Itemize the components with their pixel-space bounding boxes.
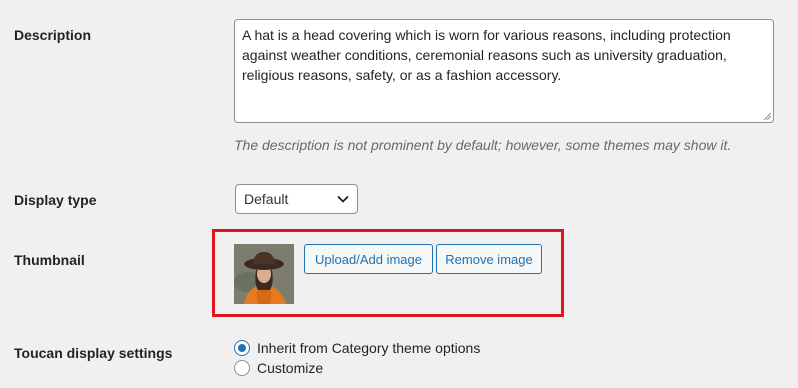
chevron-down-icon bbox=[337, 195, 349, 203]
radio-customize[interactable]: Customize bbox=[234, 360, 323, 376]
resize-grip-icon[interactable] bbox=[763, 112, 771, 120]
description-label: Description bbox=[14, 27, 92, 43]
radio-inherit[interactable]: Inherit from Category theme options bbox=[234, 340, 480, 356]
portrait-picture bbox=[234, 244, 294, 304]
radio-inherit-label: Inherit from Category theme options bbox=[257, 340, 481, 356]
thumbnail-label: Thumbnail bbox=[14, 252, 85, 268]
toucan-settings-label: Toucan display settings bbox=[14, 345, 173, 361]
description-text: A hat is a head covering which is worn f… bbox=[242, 27, 731, 83]
display-type-select[interactable]: Default bbox=[235, 184, 358, 214]
remove-image-button[interactable]: Remove image bbox=[436, 244, 542, 274]
description-hint: The description is not prominent by defa… bbox=[234, 137, 732, 153]
display-type-label: Display type bbox=[14, 192, 97, 208]
radio-customize-label: Customize bbox=[257, 360, 324, 376]
radio-inherit-control[interactable] bbox=[234, 340, 250, 356]
radio-customize-control[interactable] bbox=[234, 360, 250, 376]
display-type-value: Default bbox=[244, 191, 289, 207]
description-textarea[interactable]: A hat is a head covering which is worn f… bbox=[234, 19, 774, 123]
upload-image-button[interactable]: Upload/Add image bbox=[304, 244, 433, 274]
thumbnail-image bbox=[234, 244, 294, 304]
